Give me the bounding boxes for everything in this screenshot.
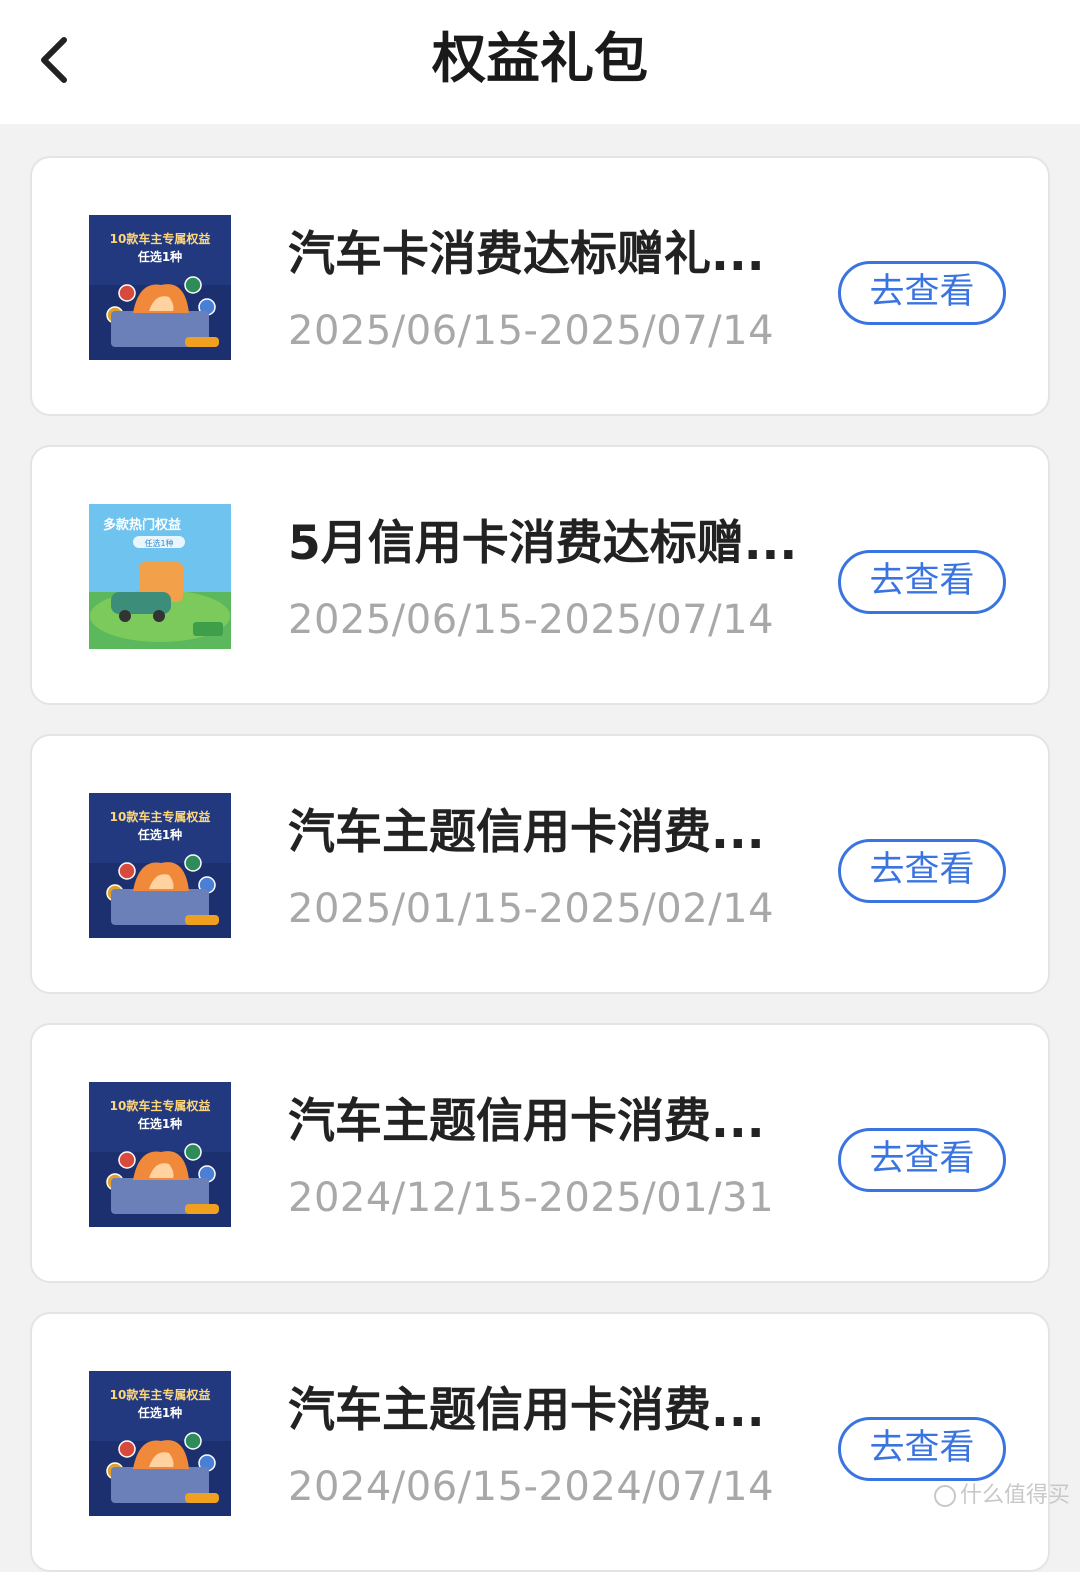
view-button[interactable]: 去查看 [838,1128,1006,1192]
list-item[interactable]: 10款车主专属权益 任选1种 汽车主题信用卡消费... 2025/01/15-20… [30,734,1050,994]
svg-text:任选1种: 任选1种 [137,249,182,264]
svg-text:任选1种: 任选1种 [144,538,173,548]
page-title: 权益礼包 [432,27,648,90]
svg-text:10款车主专属权益: 10款车主专属权益 [110,809,211,824]
watermark-text: 什么值得买 [959,1483,1070,1508]
package-thumbnail: 10款车主专属权益 任选1种 [89,215,231,360]
svg-text:10款车主专属权益: 10款车主专属权益 [110,231,211,246]
svg-text:10款车主专属权益: 10款车主专属权益 [110,1387,211,1402]
watermark-logo-icon [933,1485,956,1507]
view-button[interactable]: 去查看 [838,550,1006,614]
item-date: 2025/06/15-2025/07/14 [288,597,775,643]
item-title: 汽车主题信用卡消费... [288,1383,765,1438]
package-thumbnail: 10款车主专属权益 任选1种 [89,793,231,938]
item-title: 汽车卡消费达标赠礼... [288,227,765,282]
svg-text:任选1种: 任选1种 [137,1405,182,1420]
item-date: 2024/06/15-2024/07/14 [288,1464,775,1510]
item-title: 汽车主题信用卡消费... [288,805,765,860]
view-button[interactable]: 去查看 [838,261,1006,325]
list-item[interactable]: 10款车主专属权益 任选1种 汽车卡消费达标赠礼... 2025/06/15-20… [30,156,1050,416]
svg-text:任选1种: 任选1种 [137,1116,182,1131]
svg-text:多款热门权益: 多款热门权益 [103,517,181,533]
view-button[interactable]: 去查看 [838,1417,1006,1481]
header-bar: 权益礼包 [0,0,1080,124]
package-thumbnail: 10款车主专属权益 任选1种 [89,1371,231,1516]
view-button[interactable]: 去查看 [838,839,1006,903]
list-item[interactable]: 10款车主专属权益 任选1种 汽车主题信用卡消费... 2024/06/15-20… [30,1312,1050,1572]
package-thumbnail: 多款热门权益任选1种 [89,504,231,649]
item-date: 2024/12/15-2025/01/31 [288,1175,775,1221]
package-thumbnail: 10款车主专属权益 任选1种 [89,1082,231,1227]
item-date: 2025/06/15-2025/07/14 [288,308,775,354]
item-title: 5月信用卡消费达标赠... [288,516,798,571]
item-title: 汽车主题信用卡消费... [288,1094,765,1149]
watermark: 什么值得买 [933,1477,1070,1509]
svg-text:任选1种: 任选1种 [137,827,182,842]
list-item[interactable]: 多款热门权益任选1种 5月信用卡消费达标赠... 2025/06/15-2025… [30,445,1050,705]
list-item[interactable]: 10款车主专属权益 任选1种 汽车主题信用卡消费... 2024/12/15-20… [30,1023,1050,1283]
item-date: 2025/01/15-2025/02/14 [288,886,775,932]
svg-text:10款车主专属权益: 10款车主专属权益 [110,1098,211,1113]
